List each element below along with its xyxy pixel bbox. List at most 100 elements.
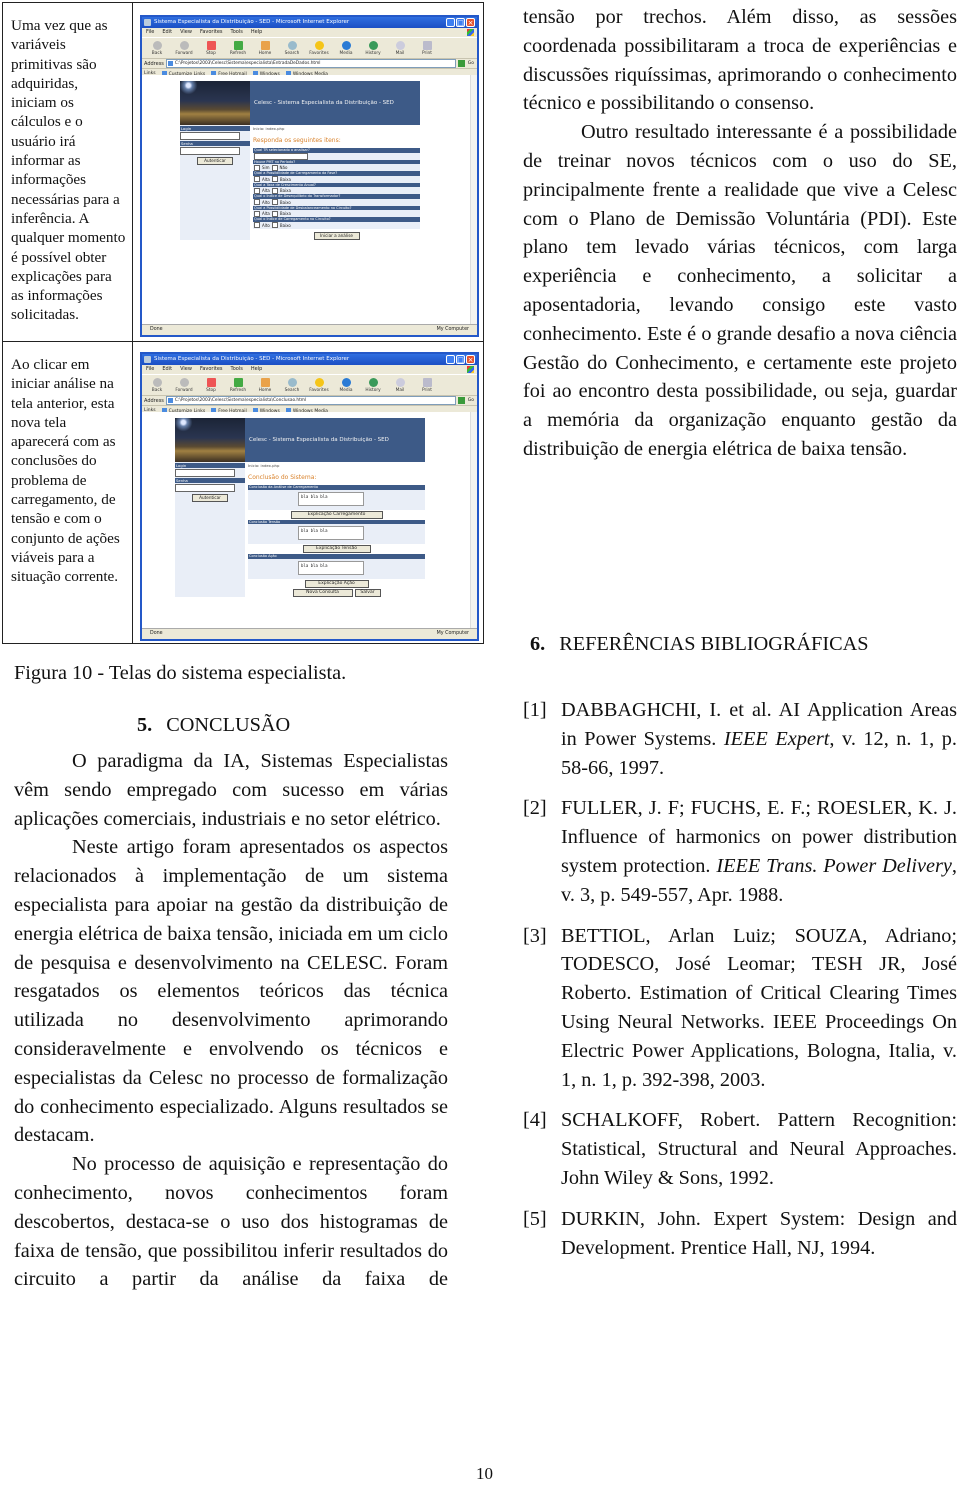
section-title: REFERÊNCIAS BIBLIOGRÁFICAS (559, 633, 869, 655)
menu-bar: File Edit View Favorites Tools Help (142, 365, 477, 374)
refresh-button[interactable]: Refresh (227, 377, 249, 393)
minimize-icon[interactable]: _ (446, 355, 455, 364)
checkbox[interactable] (271, 164, 278, 171)
favorites-button[interactable]: Favorites (308, 377, 330, 393)
conclusion-textarea[interactable]: bla bla bla (298, 526, 364, 540)
address-input[interactable]: C:\Projetos\2003\Celesc\Sistema\especial… (165, 396, 456, 405)
mail-button[interactable]: Mail (389, 40, 411, 56)
login-input[interactable] (180, 132, 240, 140)
forward-button[interactable]: Forward (173, 40, 195, 56)
refresh-button[interactable]: Refresh (227, 40, 249, 56)
mail-button[interactable]: Mail (389, 377, 411, 393)
figure-table: Uma vez que as variáveis primitivas são … (2, 2, 484, 644)
search-button[interactable]: Search (281, 377, 303, 393)
reference-text: DURKIN, John. Expert System: Design and … (561, 1207, 957, 1259)
back-button[interactable]: Back (146, 377, 168, 393)
media-button[interactable]: Media (335, 40, 357, 56)
explain-loading-button[interactable]: Explicação Carregamento (290, 510, 383, 519)
star-icon (314, 40, 324, 50)
menu-help[interactable]: Help (251, 28, 262, 37)
save-button[interactable]: Salvar (354, 588, 381, 597)
login-panel: Login Senha Autenticar (175, 462, 245, 597)
back-button[interactable]: Back (146, 40, 168, 56)
checkbox[interactable] (254, 199, 260, 205)
reference-number: [5] (523, 1207, 547, 1230)
checkbox[interactable] (254, 210, 260, 217)
explain-action-button[interactable]: Explicação Ação (304, 579, 369, 588)
go-icon[interactable] (457, 397, 465, 404)
menu-edit[interactable]: Edit (162, 365, 172, 374)
media-button[interactable]: Media (335, 377, 357, 393)
forward-button[interactable]: Forward (173, 377, 195, 393)
go-button[interactable]: Go (468, 398, 477, 403)
checkbox[interactable] (271, 187, 278, 194)
right-column-body: tensão por trechos. Além disso, as sessõ… (523, 3, 957, 464)
menu-tools[interactable]: Tools (231, 28, 243, 37)
menu-help[interactable]: Help (251, 365, 262, 374)
print-button[interactable]: Print (416, 377, 438, 393)
refresh-icon (233, 377, 243, 387)
reference-item: [2] FULLER, J. F; FUCHS, E. F.; ROESLER,… (523, 794, 957, 909)
history-button[interactable]: History (362, 377, 384, 393)
login-button[interactable]: Autenticar (192, 494, 228, 502)
mail-icon (395, 40, 405, 50)
menu-edit[interactable]: Edit (162, 28, 172, 37)
status-text: Done (150, 327, 163, 332)
menu-view[interactable]: View (180, 28, 192, 37)
menu-favorites[interactable]: Favorites (200, 365, 223, 374)
conclusion-textarea[interactable]: bla bla bla (298, 491, 364, 506)
home-button[interactable]: Home (254, 40, 276, 56)
password-input[interactable] (180, 147, 240, 155)
option-label: Baixa (279, 211, 291, 216)
menu-file[interactable]: File (146, 28, 154, 37)
stop-icon (206, 40, 216, 50)
breadcrumb: Inicio: index.php (248, 463, 280, 468)
history-button[interactable]: History (362, 40, 384, 56)
go-icon[interactable] (457, 60, 465, 67)
option-label: Baixa (279, 188, 291, 193)
option-label: Alta (262, 176, 270, 182)
login-input[interactable] (175, 469, 235, 477)
vertical-scrollbar[interactable] (470, 75, 477, 325)
new-query-button[interactable]: Nova Consulta (292, 588, 353, 597)
menu-favorites[interactable]: Favorites (200, 28, 223, 37)
checkbox[interactable] (271, 222, 278, 228)
close-icon[interactable]: × (466, 18, 475, 27)
checkbox[interactable] (254, 164, 260, 171)
conclusion-textarea[interactable]: bla bla bla (298, 560, 364, 575)
checkbox[interactable] (271, 210, 278, 217)
checkbox[interactable] (254, 176, 260, 182)
city-night-photo (175, 418, 245, 462)
menu-file[interactable]: File (146, 365, 154, 374)
menu-tools[interactable]: Tools (231, 365, 243, 374)
explain-voltage-button[interactable]: Explicação Tensão (302, 545, 371, 553)
password-input[interactable] (175, 484, 235, 492)
figure-row-caption: Ao clicar em iniciar análise na tela ant… (3, 342, 133, 643)
login-panel: Login Senha Autenticar (180, 125, 250, 240)
stop-button[interactable]: Stop (200, 377, 222, 393)
history-icon (368, 377, 378, 387)
stop-button[interactable]: Stop (200, 40, 222, 56)
search-button[interactable]: Search (281, 40, 303, 56)
checkbox[interactable] (271, 199, 278, 205)
address-input[interactable]: C:\Projetos\2003\Celesc\Sistema\especial… (165, 59, 456, 68)
home-button[interactable]: Home (254, 377, 276, 393)
vertical-scrollbar[interactable] (470, 412, 477, 629)
login-button[interactable]: Autenticar (197, 157, 233, 165)
checkbox[interactable] (254, 222, 260, 228)
checkbox[interactable] (271, 176, 278, 182)
print-button[interactable]: Print (416, 40, 438, 56)
go-button[interactable]: Go (468, 61, 477, 66)
checkbox[interactable] (254, 187, 260, 194)
paragraph: O paradigma da IA, Sistemas Especialista… (14, 750, 448, 830)
maximize-icon[interactable]: □ (456, 355, 465, 364)
maximize-icon[interactable]: □ (456, 18, 465, 27)
close-icon[interactable]: × (466, 355, 475, 364)
menu-view[interactable]: View (180, 365, 192, 374)
minimize-icon[interactable]: _ (446, 18, 455, 27)
start-analysis-button[interactable]: Iniciar a análise (313, 231, 360, 240)
tr-input[interactable] (254, 152, 308, 160)
windows-logo-icon (467, 29, 474, 36)
paragraph: tensão por trechos. Além disso, as sessõ… (523, 6, 957, 115)
favorites-button[interactable]: Favorites (308, 40, 330, 56)
